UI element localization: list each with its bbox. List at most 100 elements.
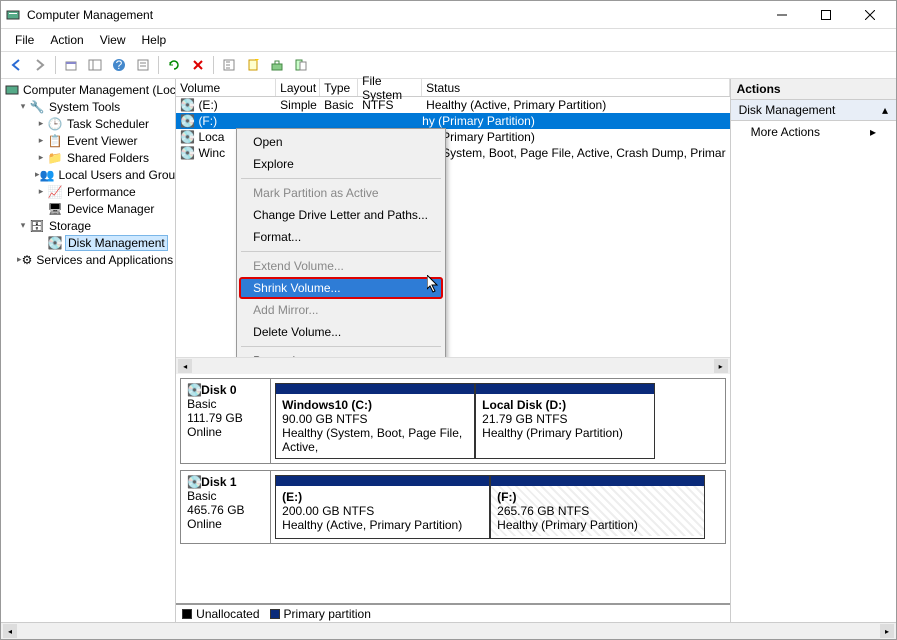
perf-icon: 📈	[47, 184, 63, 200]
tools-icon: 🔧	[29, 99, 45, 115]
menu-view[interactable]: View	[92, 31, 134, 49]
forward-button[interactable]	[29, 54, 51, 76]
disk-icon: 💽	[47, 235, 63, 251]
scroll-right-icon[interactable]: ▸	[714, 359, 728, 373]
legend-unallocated: Unallocated	[182, 607, 259, 621]
scroll-left-icon[interactable]: ◂	[178, 359, 192, 373]
menu-file[interactable]: File	[7, 31, 42, 49]
properties-button[interactable]	[132, 54, 154, 76]
actions-more[interactable]: More Actions ▸	[731, 121, 896, 143]
ctx-open[interactable]: Open	[239, 131, 443, 153]
clock-icon: 🕒	[47, 116, 63, 132]
submenu-icon: ▸	[870, 125, 876, 139]
disk-info[interactable]: 💽Disk 0 Basic 111.79 GB Online	[181, 379, 271, 463]
col-type[interactable]: Type	[320, 79, 358, 96]
disk-info[interactable]: 💽Disk 1 Basic 465.76 GB Online	[181, 471, 271, 543]
partition[interactable]: Local Disk (D:) 21.79 GB NTFS Healthy (P…	[475, 383, 655, 459]
volume-list-scrollbar[interactable]: ◂ ▸	[176, 357, 729, 374]
tree-performance[interactable]: ▸📈Performance	[1, 183, 175, 200]
expand-icon[interactable]: ▸	[35, 186, 47, 197]
minimize-button[interactable]	[760, 1, 804, 29]
scroll-right-icon[interactable]: ▸	[880, 624, 894, 638]
menu-help[interactable]: Help	[134, 31, 175, 49]
menu-bar: File Action View Help	[1, 29, 896, 51]
menu-action[interactable]: Action	[42, 31, 91, 49]
actions-group[interactable]: Disk Management ▴	[731, 100, 896, 121]
col-volume[interactable]: Volume	[176, 79, 276, 96]
ctx-explore[interactable]: Explore	[239, 153, 443, 175]
disk-row: 💽Disk 1 Basic 465.76 GB Online (E:) 200.…	[180, 470, 725, 544]
bottom-scrollbar[interactable]: ◂ ▸	[1, 622, 896, 639]
collapse-icon[interactable]: ▾	[17, 101, 29, 112]
disk-row: 💽Disk 0 Basic 111.79 GB Online Windows10…	[180, 378, 725, 464]
folder-icon: 📁	[47, 150, 63, 166]
expand-icon[interactable]: ▸	[35, 135, 47, 146]
col-filesystem[interactable]: File System	[358, 79, 422, 96]
maximize-button[interactable]	[804, 1, 848, 29]
help-button[interactable]: ?	[108, 54, 130, 76]
expand-icon[interactable]: ▸	[35, 118, 47, 129]
col-status[interactable]: Status	[422, 79, 729, 96]
partition[interactable]: Windows10 (C:) 90.00 GB NTFS Healthy (Sy…	[275, 383, 475, 459]
close-button[interactable]	[848, 1, 892, 29]
show-hide-tree-button[interactable]	[84, 54, 106, 76]
tree-root[interactable]: Computer Management (Local	[1, 81, 175, 98]
tree-disk-management[interactable]: 💽Disk Management	[1, 234, 175, 251]
col-layout[interactable]: Layout	[276, 79, 320, 96]
collapse-icon[interactable]: ▴	[882, 103, 888, 117]
ctx-change-letter[interactable]: Change Drive Letter and Paths...	[239, 204, 443, 226]
tree-storage[interactable]: ▾🗄Storage	[1, 217, 175, 234]
ctx-delete[interactable]: Delete Volume...	[239, 321, 443, 343]
volume-row-selected[interactable]: 💽 (F:) hy (Primary Partition)	[176, 113, 729, 129]
settings-button[interactable]	[266, 54, 288, 76]
tree-event-viewer[interactable]: ▸📋Event Viewer	[1, 132, 175, 149]
expand-icon[interactable]: ▸	[35, 152, 47, 163]
ctx-extend: Extend Volume...	[239, 255, 443, 277]
back-button[interactable]	[5, 54, 27, 76]
actions-pane: Actions Disk Management ▴ More Actions ▸	[731, 79, 896, 622]
collapse-icon[interactable]: ▾	[17, 220, 29, 231]
center-pane: Volume Layout Type File System Status 💽 …	[176, 79, 730, 622]
context-menu: Open Explore Mark Partition as Active Ch…	[236, 128, 446, 357]
svg-text:?: ?	[116, 58, 123, 72]
disk-icon: 💽	[187, 475, 201, 489]
tree-local-users[interactable]: ▸👥Local Users and Groups	[1, 166, 175, 183]
refresh-button[interactable]	[163, 54, 185, 76]
tree-services[interactable]: ▸⚙Services and Applications	[1, 251, 175, 268]
up-button[interactable]	[60, 54, 82, 76]
new-button[interactable]	[242, 54, 264, 76]
actions-header: Actions	[731, 79, 896, 100]
title-bar: Computer Management	[1, 1, 896, 29]
legend-primary: Primary partition	[270, 607, 371, 621]
window-title: Computer Management	[27, 8, 760, 22]
device-icon: 🖥	[47, 201, 63, 217]
tree-task-scheduler[interactable]: ▸🕒Task Scheduler	[1, 115, 175, 132]
tree-system-tools[interactable]: ▾🔧System Tools	[1, 98, 175, 115]
partition-selected[interactable]: (F:) 265.76 GB NTFS Healthy (Primary Par…	[490, 475, 705, 539]
event-icon: 📋	[47, 133, 63, 149]
volume-list: 💽 (E:) Simple Basic NTFS Healthy (Active…	[176, 97, 729, 357]
storage-icon: 🗄	[29, 218, 45, 234]
wizard-button[interactable]	[290, 54, 312, 76]
services-icon: ⚙	[22, 252, 33, 268]
disk-icon: 💽	[187, 383, 201, 397]
ctx-add-mirror: Add Mirror...	[239, 299, 443, 321]
volume-list-header: Volume Layout Type File System Status	[176, 79, 729, 97]
tree-device-manager[interactable]: 🖥Device Manager	[1, 200, 175, 217]
disk-graphical-view: 💽Disk 0 Basic 111.79 GB Online Windows10…	[176, 374, 729, 603]
partition[interactable]: (E:) 200.00 GB NTFS Healthy (Active, Pri…	[275, 475, 490, 539]
ctx-properties[interactable]: Properties	[239, 350, 443, 357]
tree-shared-folders[interactable]: ▸📁Shared Folders	[1, 149, 175, 166]
ctx-shrink[interactable]: Shrink Volume...	[239, 277, 443, 299]
volume-row[interactable]: 💽 (E:) Simple Basic NTFS Healthy (Active…	[176, 97, 729, 113]
app-icon	[5, 7, 21, 23]
users-icon: 👥	[40, 167, 55, 183]
ctx-format[interactable]: Format...	[239, 226, 443, 248]
ctx-mark-active: Mark Partition as Active	[239, 182, 443, 204]
delete-button[interactable]	[187, 54, 209, 76]
toolbar: ?	[1, 51, 896, 79]
scroll-left-icon[interactable]: ◂	[3, 624, 17, 638]
list-view-button[interactable]	[218, 54, 240, 76]
navigation-tree: Computer Management (Local ▾🔧System Tool…	[1, 79, 176, 622]
console-icon	[5, 82, 19, 98]
